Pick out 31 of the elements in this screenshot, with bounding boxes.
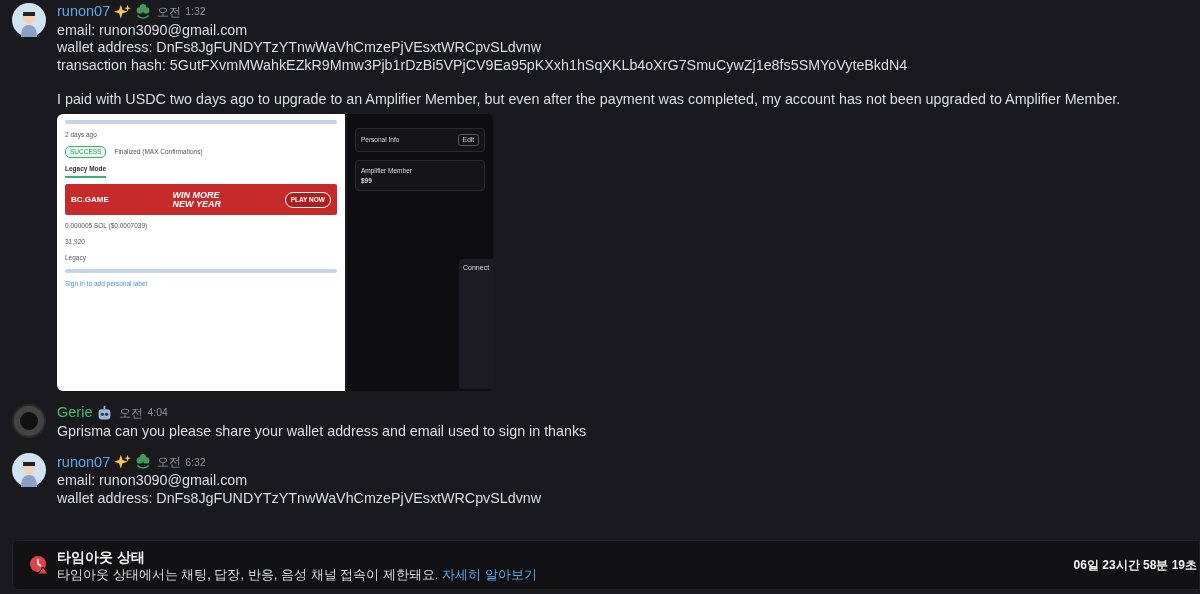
avatar-image [12, 453, 46, 488]
message-text: transaction hash: 5GutFXvmMWahkEZkR9Mmw3Pjb1rDzBi5VPjCV9Ea95pKXxh1hSqXKLb4oXrG7SmuCywZj1e8fs5SMYoVyteBkdN4 [57, 56, 909, 74]
message-text: I paid with USDC two days ago to upgrade to an Amplifier Member, but even after the payment was completed, my account has not been upgraded to Amplifier Member. [57, 90, 1121, 109]
message-text: email: runon3090@gmail.com [57, 22, 249, 40]
message-text: wallet address: DnFs8JgFUNDYTzYTnwWaVhCmzePjVEsxtWRCpvSLdvnw [57, 489, 542, 508]
author-name[interactable]: runon07 [57, 451, 111, 474]
notice-text: 타임아웃 상태에서는 채팅, 답장, 반응, 음성 채널 접속이 제한돼요. 자세히 알아보기 [57, 565, 537, 583]
learn-more-link[interactable]: 자세히 알아보기 [441, 566, 537, 582]
notice-title: 타임아웃 상태 [57, 547, 146, 566]
timestamp: 6:32 [185, 454, 206, 470]
timeout-timer: 06일 23시간 58분 19초 [1073, 557, 1198, 574]
avatar-image [12, 404, 46, 439]
meridiem-text: 오전 [157, 4, 182, 21]
timeout-icon [29, 555, 49, 575]
clover-icon [135, 454, 152, 470]
headline-text: WIN MORE [172, 190, 221, 200]
author-name[interactable]: runon07 [57, 1, 111, 23]
meridiem-text: 오전 [157, 454, 182, 472]
brand-text: BC.GAME [71, 193, 109, 206]
avatar-image [12, 3, 46, 37]
timestamp: 1:32 [185, 4, 206, 20]
message-text: email: runon3090@gmail.com [57, 472, 249, 490]
meridiem-text: 오전 [119, 405, 144, 423]
author-name[interactable]: Gerie [57, 402, 93, 425]
clover-icon [135, 3, 152, 20]
sparkles-icon [114, 454, 132, 471]
timestamp: 4:04 [147, 405, 168, 421]
headline-text: NEW YEAR [172, 199, 221, 209]
message-text: Gprisma can you please share your wallet address and email used to sign in thanks [57, 423, 587, 441]
sparkles-icon [114, 3, 132, 21]
message-text: wallet address: DnFs8JgFUNDYTzYTnwWaVhCmzePjVEsxtWRCpvSLdvnw [57, 39, 543, 57]
